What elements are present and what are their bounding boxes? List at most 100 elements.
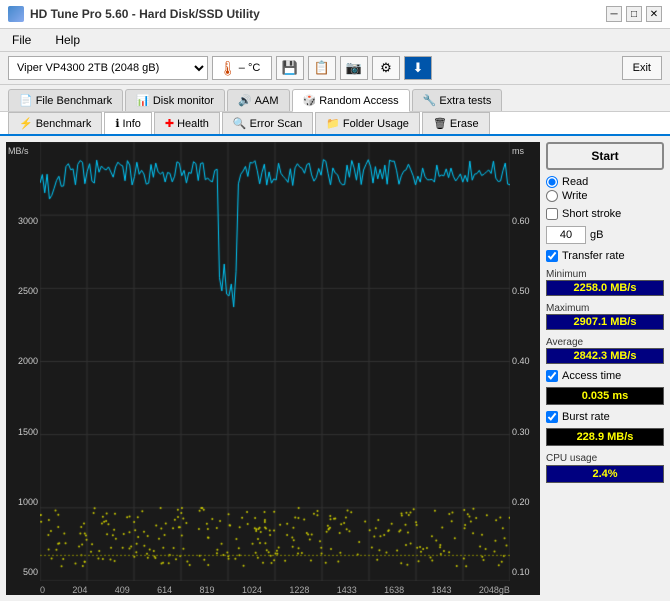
y-right-050: 0.50 <box>510 286 540 296</box>
y-right-label-top: ms <box>510 146 540 156</box>
access-time-checkbox[interactable] <box>546 370 558 382</box>
stroke-row: gB <box>546 226 664 244</box>
x-label-1228: 1228 <box>289 585 309 595</box>
app-icon <box>8 6 24 22</box>
benchmark-icon: ⚡ <box>19 117 33 130</box>
window-controls[interactable]: ─ □ ✕ <box>606 6 662 22</box>
settings-button[interactable]: ⚙ <box>372 56 400 80</box>
transfer-rate-checkbox[interactable] <box>546 250 558 262</box>
average-label: Average <box>546 337 664 348</box>
short-stroke-text: Short stroke <box>562 208 621 220</box>
random-access-icon: 🎲 <box>303 94 317 107</box>
transfer-rate-label[interactable]: Transfer rate <box>546 250 664 262</box>
tab-folder-usage[interactable]: 📁 Folder Usage <box>315 112 420 134</box>
drive-select[interactable]: Viper VP4300 2TB (2048 gB) <box>8 56 208 80</box>
right-panel: Start Read Write Short stroke gB Transfe… <box>540 136 670 601</box>
info-icon: ℹ <box>115 117 119 130</box>
access-time-label[interactable]: Access time <box>546 370 664 382</box>
burst-rate-checkbox[interactable] <box>546 411 558 423</box>
file-benchmark-icon: 📄 <box>19 94 33 107</box>
y-right-020: 0.20 <box>510 497 540 507</box>
tab-disk-monitor[interactable]: 📊 Disk monitor <box>125 89 225 111</box>
write-label: Write <box>562 190 587 202</box>
y-left-3000: 3000 <box>6 216 40 226</box>
close-button[interactable]: ✕ <box>646 6 662 22</box>
folder-usage-icon: 📁 <box>326 117 340 130</box>
extra-tests-icon: 🔧 <box>423 94 437 107</box>
tabs-row-1: 📄 File Benchmark 📊 Disk monitor 🔊 AAM 🎲 … <box>0 85 670 112</box>
tab-aam[interactable]: 🔊 AAM <box>227 89 290 111</box>
exit-button[interactable]: Exit <box>622 56 662 80</box>
tab-extra-tests-label: Extra tests <box>439 95 491 107</box>
help-menu[interactable]: Help <box>51 31 84 49</box>
menu-bar: File Help <box>0 29 670 52</box>
maximum-section: Maximum 2907.1 MB/s <box>546 300 664 330</box>
save-button[interactable]: 💾 <box>276 56 304 80</box>
copy-button[interactable]: 📋 <box>308 56 336 80</box>
chart-canvas: MB/s 3000 2500 2000 1500 1000 500 ms 0.6… <box>6 142 540 595</box>
short-stroke-checkbox[interactable] <box>546 208 558 220</box>
access-time-value: 0.035 ms <box>546 387 664 405</box>
camera-button[interactable]: 📷 <box>340 56 368 80</box>
tab-info[interactable]: ℹ Info <box>104 112 152 134</box>
write-radio[interactable] <box>546 190 558 202</box>
window-title: HD Tune Pro 5.60 - Hard Disk/SSD Utility <box>30 7 260 21</box>
burst-rate-label[interactable]: Burst rate <box>546 411 664 423</box>
file-menu[interactable]: File <box>8 31 35 49</box>
read-write-group: Read Write <box>546 176 664 202</box>
average-value: 2842.3 MB/s <box>546 348 664 364</box>
title-bar: HD Tune Pro 5.60 - Hard Disk/SSD Utility… <box>0 0 670 29</box>
tab-file-benchmark-label: File Benchmark <box>36 95 112 107</box>
tab-extra-tests[interactable]: 🔧 Extra tests <box>412 89 503 111</box>
error-scan-icon: 🔍 <box>233 117 247 130</box>
y-axis-right: ms 0.60 0.50 0.40 0.30 0.20 0.10 <box>510 142 540 581</box>
download-button[interactable]: ⬇ <box>404 56 432 80</box>
read-label: Read <box>562 176 588 188</box>
tab-random-access-label: Random Access <box>319 95 398 107</box>
read-radio-label[interactable]: Read <box>546 176 664 188</box>
y-left-1000: 1000 <box>6 497 40 507</box>
x-label-1638: 1638 <box>384 585 404 595</box>
y-left-1500: 1500 <box>6 427 40 437</box>
x-axis-labels: 0 204 409 614 819 1024 1228 1433 1638 18… <box>40 585 510 595</box>
x-label-1433: 1433 <box>337 585 357 595</box>
tab-error-scan[interactable]: 🔍 Error Scan <box>222 112 313 134</box>
x-label-0: 0 <box>40 585 45 595</box>
cpu-usage-label: CPU usage <box>546 453 664 464</box>
stroke-value-input[interactable] <box>546 226 586 244</box>
tab-health[interactable]: ✚ Health <box>154 112 220 134</box>
minimum-label: Minimum <box>546 269 664 280</box>
short-stroke-label[interactable]: Short stroke <box>546 208 664 220</box>
aam-icon: 🔊 <box>238 94 252 107</box>
transfer-rate-text: Transfer rate <box>562 250 625 262</box>
maximize-button[interactable]: □ <box>626 6 642 22</box>
temperature-display: 🌡 – °C <box>212 56 272 80</box>
tab-benchmark[interactable]: ⚡ Benchmark <box>8 112 102 134</box>
burst-rate-value: 228.9 MB/s <box>546 428 664 446</box>
y-right-040: 0.40 <box>510 356 540 366</box>
chart-wrapper: MB/s 3000 2500 2000 1500 1000 500 ms 0.6… <box>6 142 540 595</box>
y-right-060: 0.60 <box>510 216 540 226</box>
tab-file-benchmark[interactable]: 📄 File Benchmark <box>8 89 123 111</box>
start-button[interactable]: Start <box>546 142 664 170</box>
tab-health-label: Health <box>177 118 209 130</box>
minimize-button[interactable]: ─ <box>606 6 622 22</box>
tab-info-label: Info <box>123 118 141 130</box>
x-label-204: 204 <box>72 585 87 595</box>
stroke-unit-label: gB <box>590 229 603 241</box>
thermometer-icon: 🌡 <box>219 60 237 77</box>
y-left-2500: 2500 <box>6 286 40 296</box>
x-label-409: 409 <box>115 585 130 595</box>
tab-random-access[interactable]: 🎲 Random Access <box>292 89 410 112</box>
y-left-2000: 2000 <box>6 356 40 366</box>
burst-rate-text: Burst rate <box>562 411 610 423</box>
toolbar: Viper VP4300 2TB (2048 gB) 🌡 – °C 💾 📋 📷 … <box>0 52 670 85</box>
tab-erase[interactable]: 🗑 Erase <box>422 112 490 134</box>
read-radio[interactable] <box>546 176 558 188</box>
x-label-1843: 1843 <box>432 585 452 595</box>
access-time-text: Access time <box>562 370 621 382</box>
tab-erase-label: Erase <box>450 118 479 130</box>
tabs-row-2: ⚡ Benchmark ℹ Info ✚ Health 🔍 Error Scan… <box>0 112 670 136</box>
write-radio-label[interactable]: Write <box>546 190 664 202</box>
tab-folder-usage-label: Folder Usage <box>343 118 409 130</box>
